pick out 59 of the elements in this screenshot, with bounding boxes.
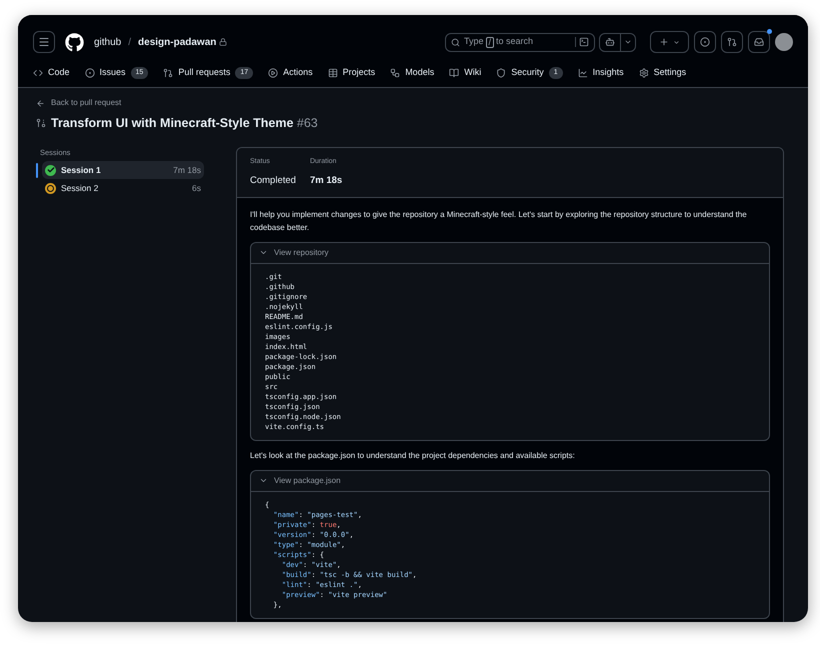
models-icon (390, 68, 400, 78)
back-link[interactable]: Back to pull request (51, 97, 122, 109)
repo-tab[interactable]: Projects (342, 66, 376, 80)
plus-icon (659, 37, 669, 47)
assistant-message: I'll help you implement changes to give the repository a Minecraft-style feel. Let's start by exploring the repository structure to understand the codebase better. (250, 208, 748, 234)
caret-icon[interactable] (624, 38, 632, 46)
session-item[interactable]: Session 2 6s (42, 179, 204, 197)
search-placeholder: Type (464, 35, 484, 48)
pull-request-icon (163, 68, 174, 78)
menu-icon (38, 36, 50, 48)
duration-value: 7m 18s (310, 174, 342, 188)
repo-tab[interactable]: Wiki (464, 66, 482, 80)
table-icon (328, 68, 338, 78)
shield-icon (496, 68, 506, 78)
issue-icon (84, 68, 95, 78)
owner-link[interactable]: github (94, 34, 122, 50)
issues-button[interactable] (694, 31, 716, 53)
search-field[interactable]: Type / to search (445, 32, 595, 52)
expand-toggle[interactable]: View package.json (251, 470, 769, 492)
repo-tab[interactable]: Insights (592, 66, 624, 80)
graph-icon (578, 68, 588, 78)
pull-request-icon (36, 118, 46, 128)
repo-tab[interactable]: Models (405, 66, 434, 80)
menu-button[interactable] (33, 31, 55, 53)
status-value: Completed (250, 174, 296, 188)
repo-tab[interactable]: Issues (100, 66, 126, 80)
lock-icon (219, 38, 228, 46)
book-icon (449, 68, 460, 78)
pull-requests-button[interactable] (721, 31, 743, 53)
inbox-icon (754, 37, 764, 47)
in-progress-icon (45, 182, 56, 194)
assistant-message: Let's look at the package.json to understand the project dependencies and available scripts: (250, 450, 576, 462)
search-placeholder: to search (496, 35, 534, 48)
back-arrow-icon (36, 98, 45, 108)
chevron-icon (259, 476, 268, 485)
path-separator: / (128, 36, 132, 50)
repo-tab[interactable]: Code (48, 66, 70, 80)
chevron-icon (259, 248, 268, 257)
page-title: Transform UI with Minecraft-Style Theme #63 (51, 115, 318, 132)
code-icon (33, 68, 43, 78)
play-icon (268, 68, 278, 78)
check-circle-icon (45, 164, 56, 176)
github-logo-icon[interactable] (65, 32, 84, 52)
repo-link[interactable]: design-padawan (138, 34, 216, 50)
settings-icon (638, 68, 649, 78)
pull-request-icon (727, 37, 737, 47)
repo-tab[interactable]: Actions (283, 66, 313, 80)
search-shortcut-key: / (486, 36, 494, 48)
command-palette-icon[interactable] (579, 37, 589, 47)
repo-tab[interactable]: Pull requests (178, 66, 230, 80)
repo-tab[interactable]: Security (511, 66, 544, 80)
repo-tab[interactable]: Settings (654, 66, 686, 80)
caret-icon (673, 38, 680, 46)
session-item[interactable]: Session 1 7m 18s (42, 161, 204, 179)
issue-icon (700, 37, 710, 47)
copilot-icon[interactable] (605, 37, 615, 47)
avatar[interactable] (775, 33, 793, 51)
search-icon (451, 38, 460, 46)
expand-toggle[interactable]: View repository (251, 242, 769, 264)
